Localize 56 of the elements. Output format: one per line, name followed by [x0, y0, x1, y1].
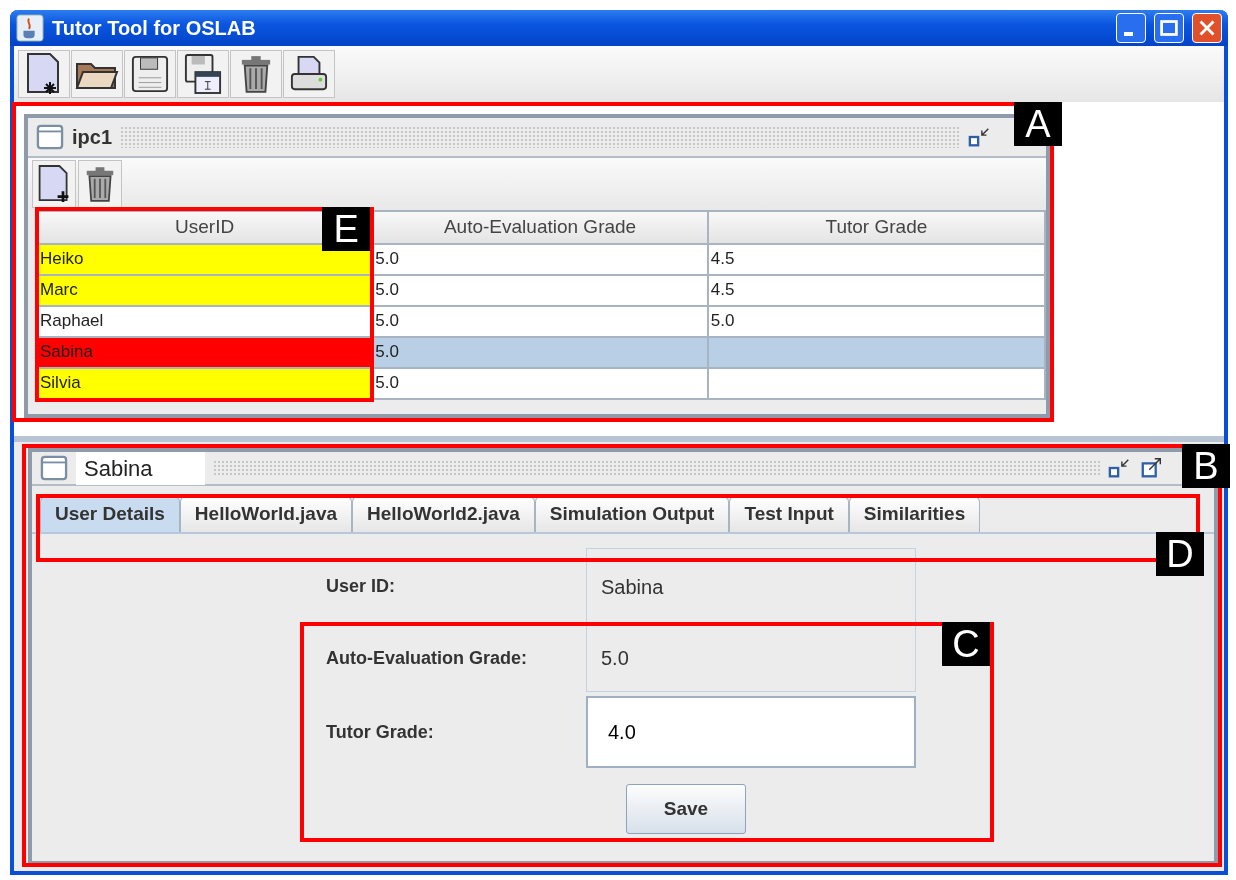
- frame-title: ipc1: [72, 125, 113, 150]
- column-header[interactable]: Tutor Grade: [825, 216, 928, 237]
- printer-icon: [289, 55, 329, 93]
- table-cell: Silvia: [37, 367, 373, 399]
- column-header[interactable]: UserID: [175, 216, 235, 237]
- maximize-button[interactable]: [1154, 13, 1184, 43]
- table-cell: 4.5: [707, 243, 1045, 275]
- open-button[interactable]: [71, 50, 123, 98]
- window-title: Tutor Tool for OSLAB: [52, 16, 257, 41]
- annotation-label: B: [1182, 444, 1230, 488]
- maximize-icon: [1140, 456, 1164, 480]
- trash-icon: [240, 54, 272, 94]
- print-button[interactable]: [283, 50, 335, 98]
- save-as-button[interactable]: [177, 50, 229, 98]
- new-button[interactable]: [18, 50, 70, 98]
- tab[interactable]: Test Input: [729, 496, 849, 532]
- table-cell: Sabina: [37, 336, 373, 368]
- delete-button[interactable]: [230, 50, 282, 98]
- field-label: User ID:: [326, 574, 397, 598]
- tab[interactable]: HelloWorld2.java: [352, 496, 535, 532]
- annotation-label: D: [1156, 532, 1204, 576]
- tab[interactable]: HelloWorld.java: [179, 496, 353, 532]
- input-field[interactable]: 4.0: [586, 696, 916, 768]
- tab[interactable]: Similarities: [848, 496, 981, 532]
- field-value: Sabina: [586, 548, 916, 624]
- table-cell: 5.0: [707, 305, 1045, 337]
- tab[interactable]: Simulation Output: [534, 496, 730, 532]
- window-icon: [40, 455, 68, 481]
- field-label: Tutor Grade:: [326, 720, 435, 744]
- save-button[interactable]: Save: [626, 784, 746, 834]
- close-button[interactable]: [1192, 13, 1222, 43]
- table-cell: 5.0: [372, 367, 708, 399]
- frame-title: Sabina: [76, 451, 205, 485]
- cup-icon: [16, 14, 44, 42]
- table-cell: Raphael: [37, 305, 373, 337]
- table-cell: 5.0: [372, 305, 708, 337]
- table-cell: 5.0: [372, 243, 708, 275]
- trash-icon: [85, 165, 115, 203]
- annotation-label: E: [322, 207, 371, 251]
- window-icon: [36, 124, 64, 150]
- annotation-label: C: [942, 622, 990, 666]
- table-cell: Heiko: [37, 243, 373, 275]
- minimize-icon: [1123, 32, 1133, 36]
- save-button[interactable]: [124, 50, 176, 98]
- table-cell: 4.5: [707, 274, 1045, 306]
- table-cell: Marc: [37, 274, 373, 306]
- table-cell: 5.0: [372, 274, 708, 306]
- save-as-icon: [184, 53, 222, 95]
- field-label: Auto-Evaluation Grade:: [326, 646, 528, 670]
- field-value: 5.0: [586, 624, 916, 692]
- minimize-button[interactable]: [1116, 13, 1146, 43]
- annotation-label: A: [1014, 102, 1062, 146]
- table-cell: 5.0: [372, 336, 708, 368]
- tab[interactable]: User Details: [40, 496, 180, 532]
- delete-button[interactable]: [78, 160, 122, 208]
- new-button[interactable]: [32, 160, 76, 208]
